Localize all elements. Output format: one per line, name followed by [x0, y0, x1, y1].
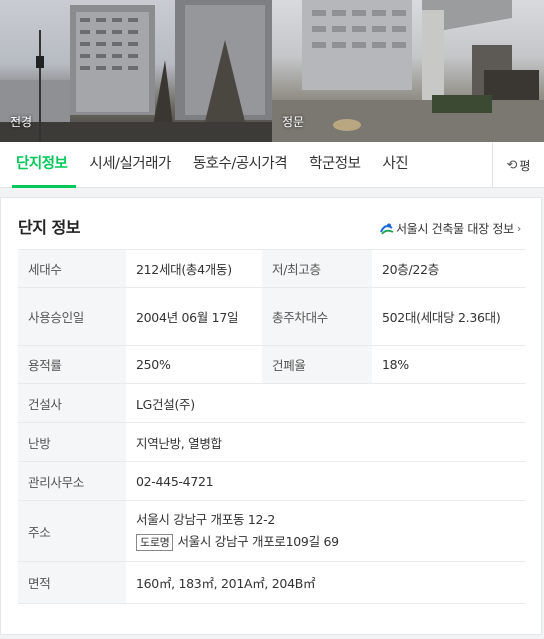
- road-name-badge: 도로명: [136, 534, 174, 551]
- pyeong-toggle-button[interactable]: ⟲ 평: [492, 142, 544, 188]
- tab-unit-official-price[interactable]: 동호수/공시가격: [182, 142, 298, 188]
- table-row: 관리사무소 02-445-4721: [18, 461, 525, 501]
- pyeong-label: 평: [519, 158, 531, 173]
- parking-value: 502대(세대당 2.36대): [372, 287, 525, 346]
- road-address: 서울시 강남구 개포로109길 69: [177, 534, 339, 549]
- card-title: 단지 정보: [18, 218, 80, 237]
- households-value: 212세대(총4개동): [126, 249, 262, 288]
- seoul-logo-icon: [380, 223, 394, 235]
- builder-label: 건설사: [18, 383, 126, 423]
- table-row: 세대수 212세대(총4개동) 저/최고층 20층/22층: [18, 249, 525, 288]
- road-address-line: 도로명 서울시 강남구 개포로109길 69: [136, 531, 515, 553]
- builder-value: LG건설(주): [126, 383, 525, 423]
- lot-address: 서울시 강남구 개포동 12-2: [136, 512, 275, 527]
- chevron-right-icon: ›: [516, 222, 521, 235]
- floors-value: 20층/22층: [372, 249, 525, 288]
- photo-gate[interactable]: 정문: [272, 0, 544, 142]
- refresh-icon: ⟲: [506, 157, 518, 173]
- address-cell: 서울시 강남구 개포동 12-2 도로명 서울시 강남구 개포로109길 69: [126, 500, 525, 562]
- floor-area-ratio-value: 250%: [126, 345, 262, 384]
- exterior-photo-image: [0, 0, 272, 142]
- management-office-label: 관리사무소: [18, 461, 126, 501]
- tab-price[interactable]: 시세/실거래가: [78, 142, 181, 188]
- tab-photos[interactable]: 사진: [371, 142, 419, 188]
- photo-strip: 전경 정문: [0, 0, 544, 142]
- photo-exterior[interactable]: 전경: [0, 0, 272, 142]
- table-row: 건설사 LG건설(주): [18, 383, 525, 423]
- tab-school[interactable]: 학군정보: [298, 142, 371, 188]
- table-row: 용적률 250% 건폐율 18%: [18, 345, 525, 384]
- households-label: 세대수: [18, 249, 126, 288]
- building-register-link-label: 서울시 건축물 대장 정보: [395, 222, 514, 236]
- floor-area-ratio-label: 용적률: [18, 345, 126, 384]
- approval-date-value: 2004년 06월 17일: [126, 287, 262, 346]
- table-row: 사용승인일 2004년 06월 17일 총주차대수 502대(세대당 2.36대…: [18, 287, 525, 346]
- heating-value: 지역난방, 열병합: [126, 422, 525, 462]
- heating-label: 난방: [18, 422, 126, 462]
- photo-label-exterior: 전경: [10, 115, 33, 129]
- tab-complex-info[interactable]: 단지정보: [0, 142, 78, 188]
- building-register-link[interactable]: 서울시 건축물 대장 정보 ›: [380, 220, 521, 237]
- approval-date-label: 사용승인일: [18, 287, 126, 346]
- parking-label: 총주차대수: [262, 287, 372, 346]
- building-coverage-label: 건폐율: [262, 345, 372, 384]
- photo-label-gate: 정문: [282, 115, 305, 129]
- tab-bar: 단지정보 시세/실거래가 동호수/공시가격 학군정보 사진 ⟲ 평: [0, 142, 544, 188]
- address-label: 주소: [18, 500, 126, 562]
- gate-photo-image: [272, 0, 544, 142]
- table-row: 면적 160㎡, 183㎡, 201A㎡, 204B㎡: [18, 561, 525, 604]
- complex-info-card: 단지 정보 서울시 건축물 대장 정보 › 세대수 212세대(총4개동) 저/…: [0, 197, 542, 635]
- building-coverage-value: 18%: [372, 345, 525, 384]
- complex-info-table: 세대수 212세대(총4개동) 저/최고층 20층/22층 사용승인일 2004…: [18, 249, 525, 604]
- table-row: 주소 서울시 강남구 개포동 12-2 도로명 서울시 강남구 개포로109길 6…: [18, 500, 525, 562]
- management-office-phone: 02-445-4721: [126, 461, 525, 501]
- table-row: 난방 지역난방, 열병합: [18, 422, 525, 462]
- floors-label: 저/최고층: [262, 249, 372, 288]
- area-label: 면적: [18, 561, 126, 604]
- area-value: 160㎡, 183㎡, 201A㎡, 204B㎡: [126, 561, 525, 604]
